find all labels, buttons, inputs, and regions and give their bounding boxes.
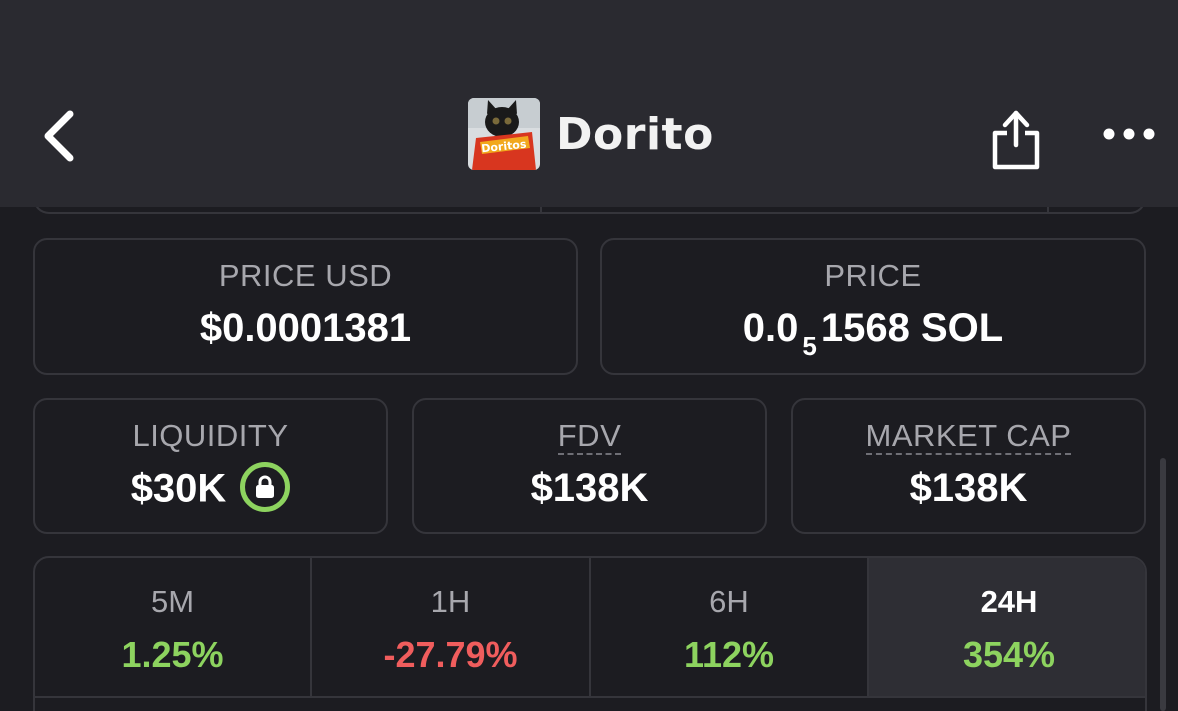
price-usd-value: $0.0001381 [199,306,412,350]
scrollbar[interactable] [1160,458,1166,711]
token-name: Dorito [556,108,714,160]
lock-icon [256,475,275,498]
timeframe-tabs: 5M 1.25% 1H -27.79% 6H 112% 24H 354% [33,556,1147,711]
liquidity-lock-button[interactable] [240,462,291,512]
price-native-value: 0.0 5 1568 SOL [602,306,1144,361]
more-button[interactable] [1096,114,1162,154]
price-native-suffix: 1568 SOL [820,306,1004,350]
price-native-prefix: 0.0 [742,306,799,350]
tab-5m[interactable]: 5M 1.25% [35,558,310,698]
tab-5m-label: 5M [150,584,195,619]
market-cap-label[interactable]: MARKET CAP [865,418,1072,455]
liquidity-card: LIQUIDITY $30K [33,398,388,534]
share-button[interactable] [986,100,1046,172]
tab-6h[interactable]: 6H 112% [591,558,867,698]
token-avatar: Doritos [468,98,540,170]
tab-1h-change: -27.79% [383,634,518,675]
tab-24h-label: 24H [980,584,1038,619]
app-header: Doritos Dorito [0,0,1178,207]
tab-6h-change: 112% [683,634,775,675]
share-icon [992,110,1040,170]
price-native-label: PRICE [824,258,922,293]
fdv-value: $138K [530,466,649,510]
market-cap-card: MARKET CAP $138K [791,398,1146,534]
back-button[interactable] [30,104,90,168]
fdv-card: FDV $138K [412,398,767,534]
liquidity-value: $30K [130,466,227,511]
liquidity-label: LIQUIDITY [132,418,289,453]
price-usd-label: PRICE USD [218,258,393,293]
liquidity-value-row: $30K [35,462,386,516]
price-usd-card: PRICE USD $0.0001381 [33,238,578,375]
more-horizontal-icon [1103,128,1155,140]
tab-24h-change: 354% [962,634,1056,675]
token-title: Doritos Dorito [468,98,714,170]
chevron-left-icon [44,110,74,162]
tab-1h[interactable]: 1H -27.79% [312,558,589,698]
fdv-label[interactable]: FDV [557,418,622,455]
tab-5m-change: 1.25% [121,634,224,675]
tab-6h-label: 6H [709,584,749,619]
tab-24h[interactable]: 24H 354% [869,558,1145,698]
tab-1h-label: 1H [430,584,471,619]
price-native-card: PRICE 0.0 5 1568 SOL [600,238,1146,375]
market-cap-value: $138K [909,466,1028,510]
price-native-zero-count: 5 [802,331,817,361]
